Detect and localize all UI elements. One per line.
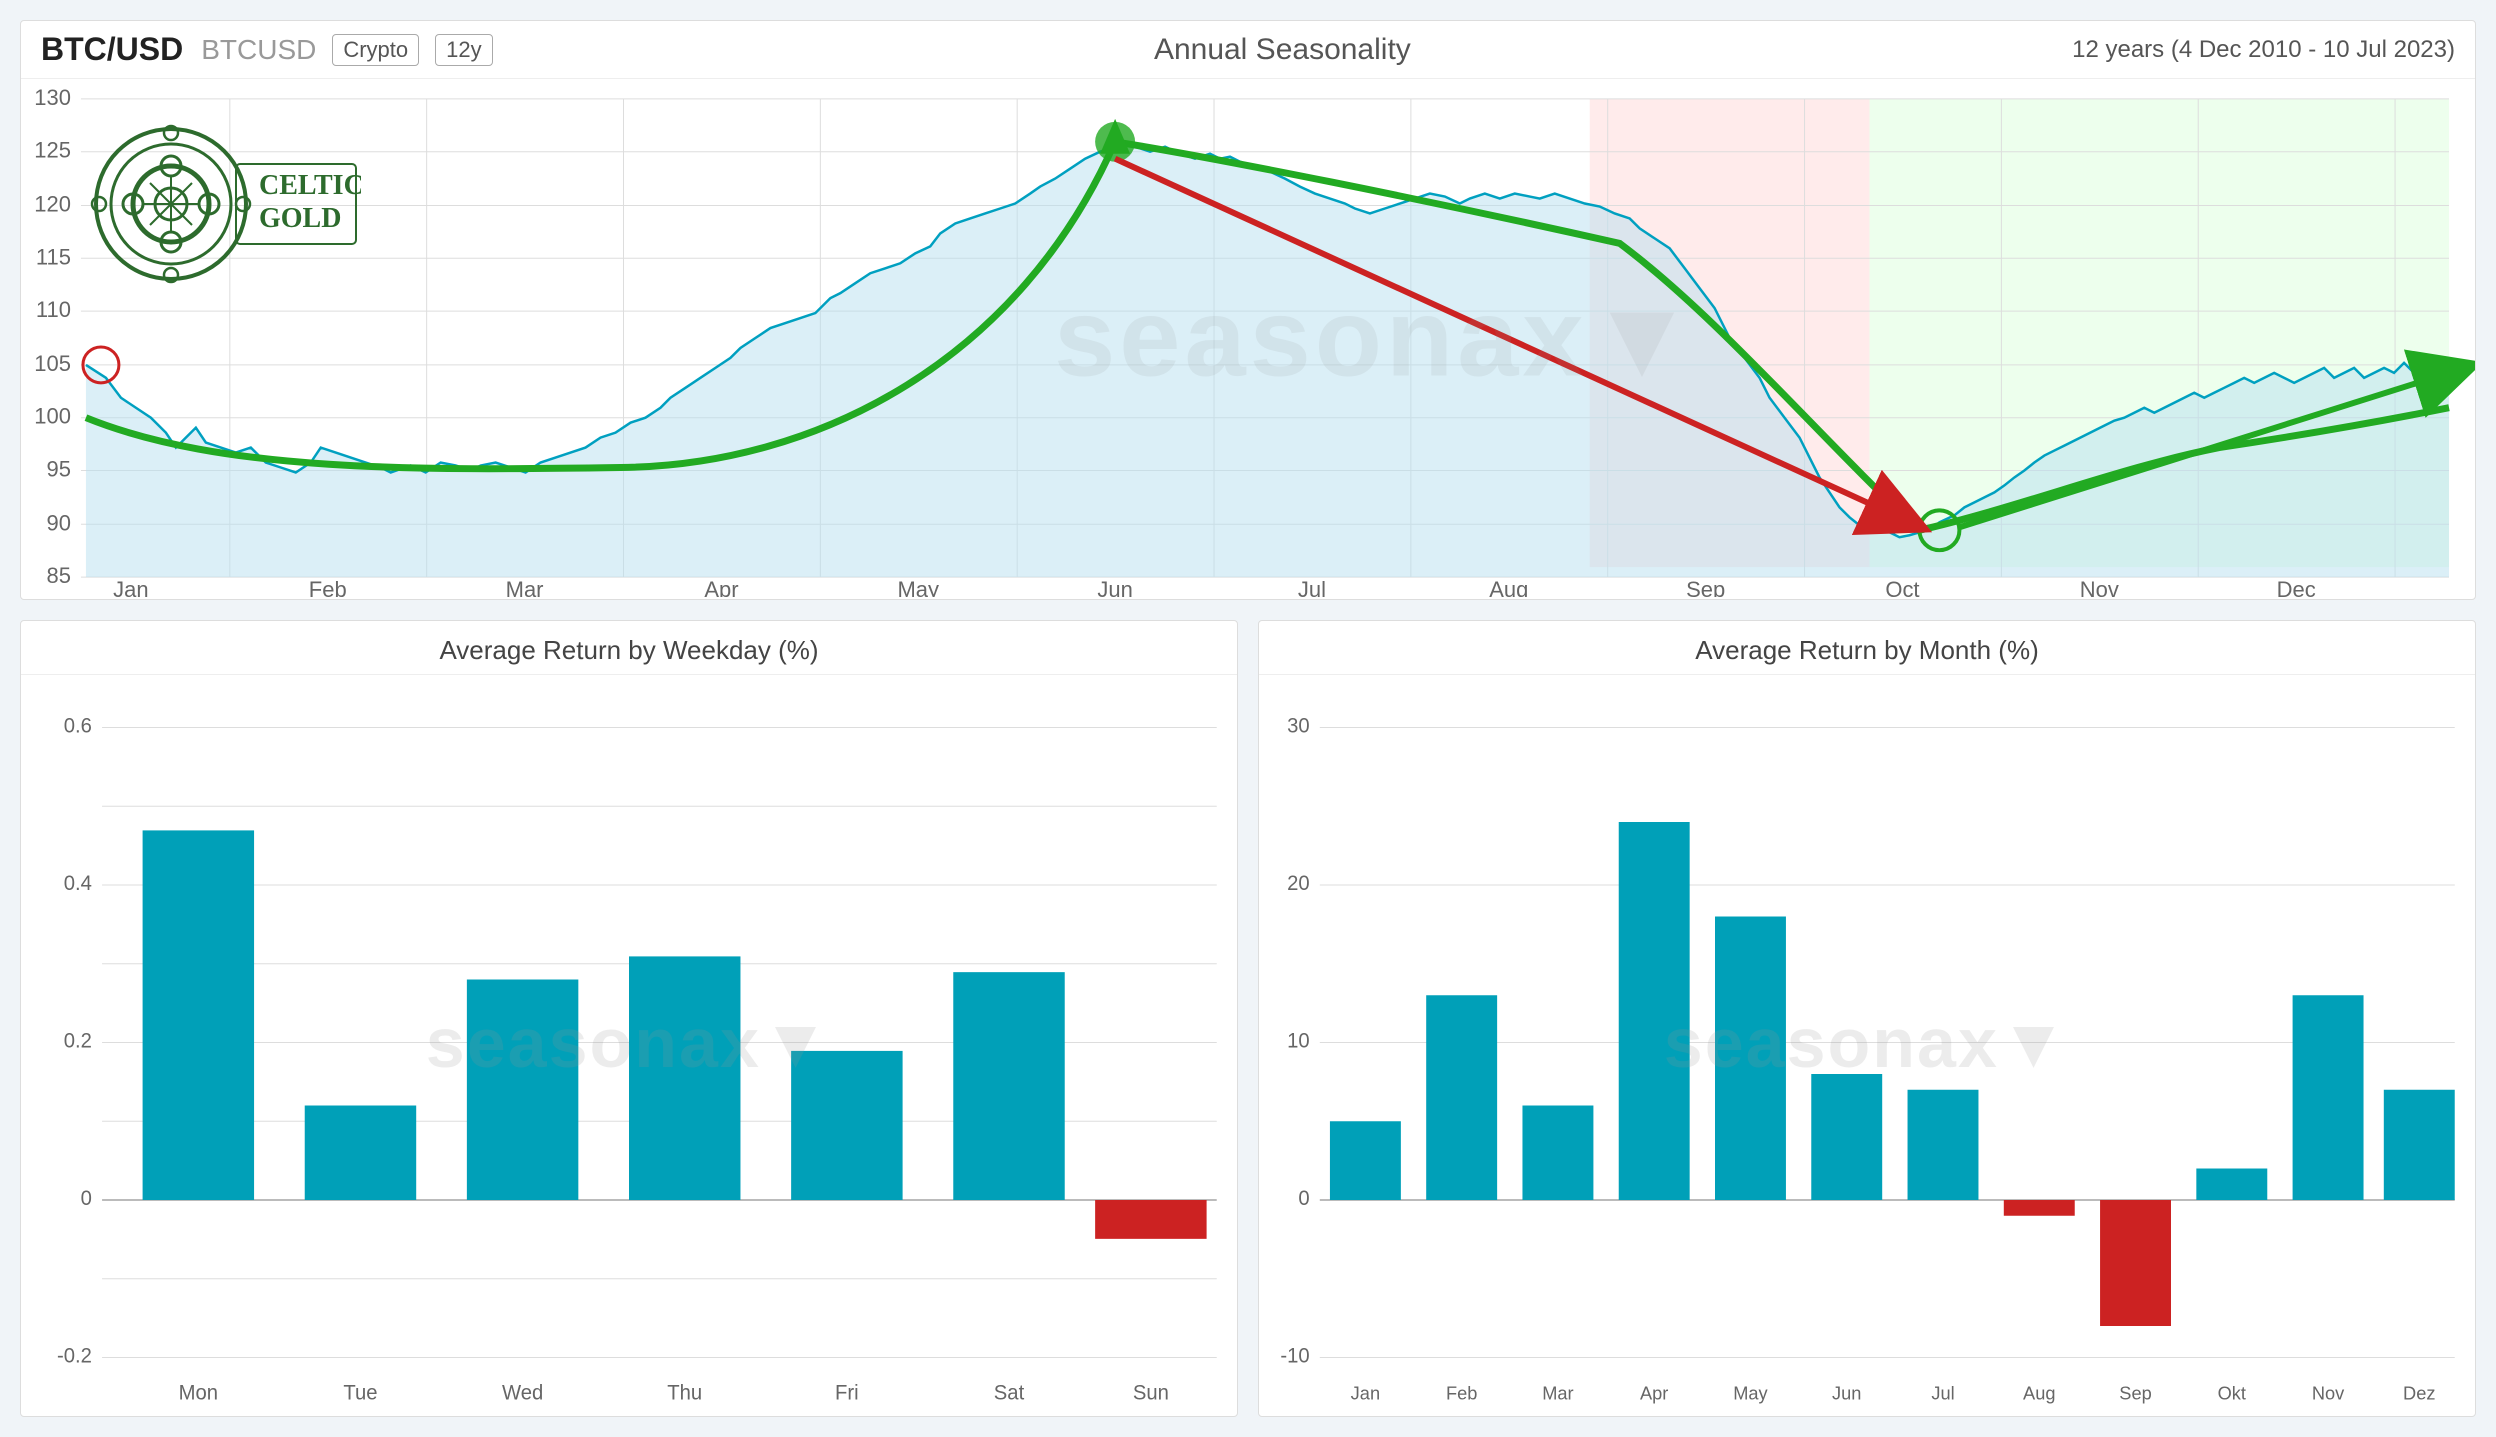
svg-text:Oct: Oct — [1885, 577, 1919, 597]
month-chart: Average Return by Month (%) seasonax▼ 30 — [1258, 620, 2476, 1417]
svg-text:Nov: Nov — [2080, 577, 2119, 597]
svg-text:120: 120 — [34, 192, 71, 217]
svg-text:Dec: Dec — [2277, 577, 2316, 597]
svg-text:0: 0 — [1298, 1187, 1309, 1210]
svg-text:85: 85 — [47, 563, 71, 588]
svg-text:20: 20 — [1287, 872, 1310, 895]
svg-text:Nov: Nov — [2312, 1382, 2345, 1403]
month-chart-svg: 30 20 10 0 -10 Jan Feb Mar — [1259, 675, 2475, 1410]
svg-text:Fri: Fri — [835, 1381, 859, 1404]
bottom-row: Average Return by Weekday (%) seasonax▼ — [20, 620, 2476, 1417]
svg-text:0.4: 0.4 — [64, 872, 92, 895]
svg-text:100: 100 — [34, 404, 71, 429]
svg-text:CELTIC: CELTIC — [259, 170, 361, 201]
svg-text:May: May — [1733, 1382, 1768, 1403]
svg-text:Jul: Jul — [1298, 577, 1326, 597]
svg-text:Tue: Tue — [343, 1381, 377, 1404]
svg-text:-10: -10 — [1280, 1344, 1309, 1367]
chart-title-left: BTC/USD BTCUSD Crypto 12y — [41, 31, 493, 68]
svg-text:Aug: Aug — [2023, 1382, 2055, 1403]
svg-text:Okt: Okt — [2218, 1382, 2247, 1403]
svg-text:Jun: Jun — [1832, 1382, 1861, 1403]
main-chart-area: CELTIC GOLD seasonax▼ — [21, 79, 2475, 597]
svg-text:Apr: Apr — [704, 577, 738, 597]
celticgold-logo: CELTIC GOLD — [81, 119, 361, 289]
svg-text:Jan: Jan — [1351, 1382, 1380, 1403]
svg-text:130: 130 — [34, 85, 71, 110]
sub-ticker-label: BTCUSD — [201, 34, 316, 66]
period-badge[interactable]: 12y — [435, 34, 492, 66]
svg-text:90: 90 — [47, 510, 71, 535]
ticker-label: BTC/USD — [41, 31, 183, 68]
svg-text:Sep: Sep — [2119, 1382, 2151, 1403]
svg-text:105: 105 — [34, 351, 71, 376]
month-chart-title: Average Return by Month (%) — [1259, 621, 2475, 675]
main-chart-svg: 130 125 120 115 110 105 100 95 90 85 — [21, 79, 2475, 597]
svg-text:Dez: Dez — [2403, 1382, 2435, 1403]
svg-text:-0.2: -0.2 — [57, 1344, 92, 1367]
svg-text:Aug: Aug — [1489, 577, 1528, 597]
svg-text:Feb: Feb — [309, 577, 347, 597]
svg-text:Sun: Sun — [1133, 1381, 1169, 1404]
svg-text:GOLD: GOLD — [259, 203, 341, 234]
svg-text:110: 110 — [36, 297, 71, 322]
svg-text:0.6: 0.6 — [64, 714, 92, 737]
chart-center-title: Annual Seasonality — [1154, 33, 1411, 67]
svg-text:Apr: Apr — [1640, 1382, 1668, 1403]
svg-text:95: 95 — [47, 456, 71, 481]
svg-text:Thu: Thu — [667, 1381, 702, 1404]
svg-text:Mon: Mon — [179, 1381, 218, 1404]
weekday-chart-area: seasonax▼ — [21, 675, 1237, 1410]
svg-text:Sep: Sep — [1686, 577, 1725, 597]
svg-text:115: 115 — [36, 244, 71, 269]
svg-text:125: 125 — [34, 138, 71, 163]
weekday-chart-title: Average Return by Weekday (%) — [21, 621, 1237, 675]
top-chart: BTC/USD BTCUSD Crypto 12y Annual Seasona… — [20, 20, 2476, 600]
weekday-chart-svg: 0.6 0.4 0.2 0 -0.2 Mon Tue — [21, 675, 1237, 1410]
svg-text:Mar: Mar — [1542, 1382, 1573, 1403]
month-chart-area: seasonax▼ 30 20 10 0 — [1259, 675, 2475, 1410]
svg-text:30: 30 — [1287, 714, 1310, 737]
svg-text:Jun: Jun — [1097, 577, 1132, 597]
svg-text:0.2: 0.2 — [64, 1029, 92, 1052]
svg-text:May: May — [898, 577, 940, 597]
crypto-badge[interactable]: Crypto — [332, 34, 419, 66]
svg-text:Feb: Feb — [1446, 1382, 1477, 1403]
main-container: BTC/USD BTCUSD Crypto 12y Annual Seasona… — [0, 0, 2496, 1437]
svg-text:0: 0 — [81, 1187, 92, 1210]
chart-date-range: 12 years (4 Dec 2010 - 10 Jul 2023) — [2072, 36, 2455, 64]
svg-text:Jan: Jan — [113, 577, 148, 597]
svg-text:Jul: Jul — [1931, 1382, 1954, 1403]
svg-text:Mar: Mar — [506, 577, 544, 597]
logo-container: CELTIC GOLD — [81, 119, 361, 299]
svg-text:10: 10 — [1287, 1029, 1310, 1052]
svg-text:Wed: Wed — [502, 1381, 543, 1404]
svg-text:Sat: Sat — [994, 1381, 1025, 1404]
weekday-chart: Average Return by Weekday (%) seasonax▼ — [20, 620, 1238, 1417]
chart-header: BTC/USD BTCUSD Crypto 12y Annual Seasona… — [21, 21, 2475, 79]
